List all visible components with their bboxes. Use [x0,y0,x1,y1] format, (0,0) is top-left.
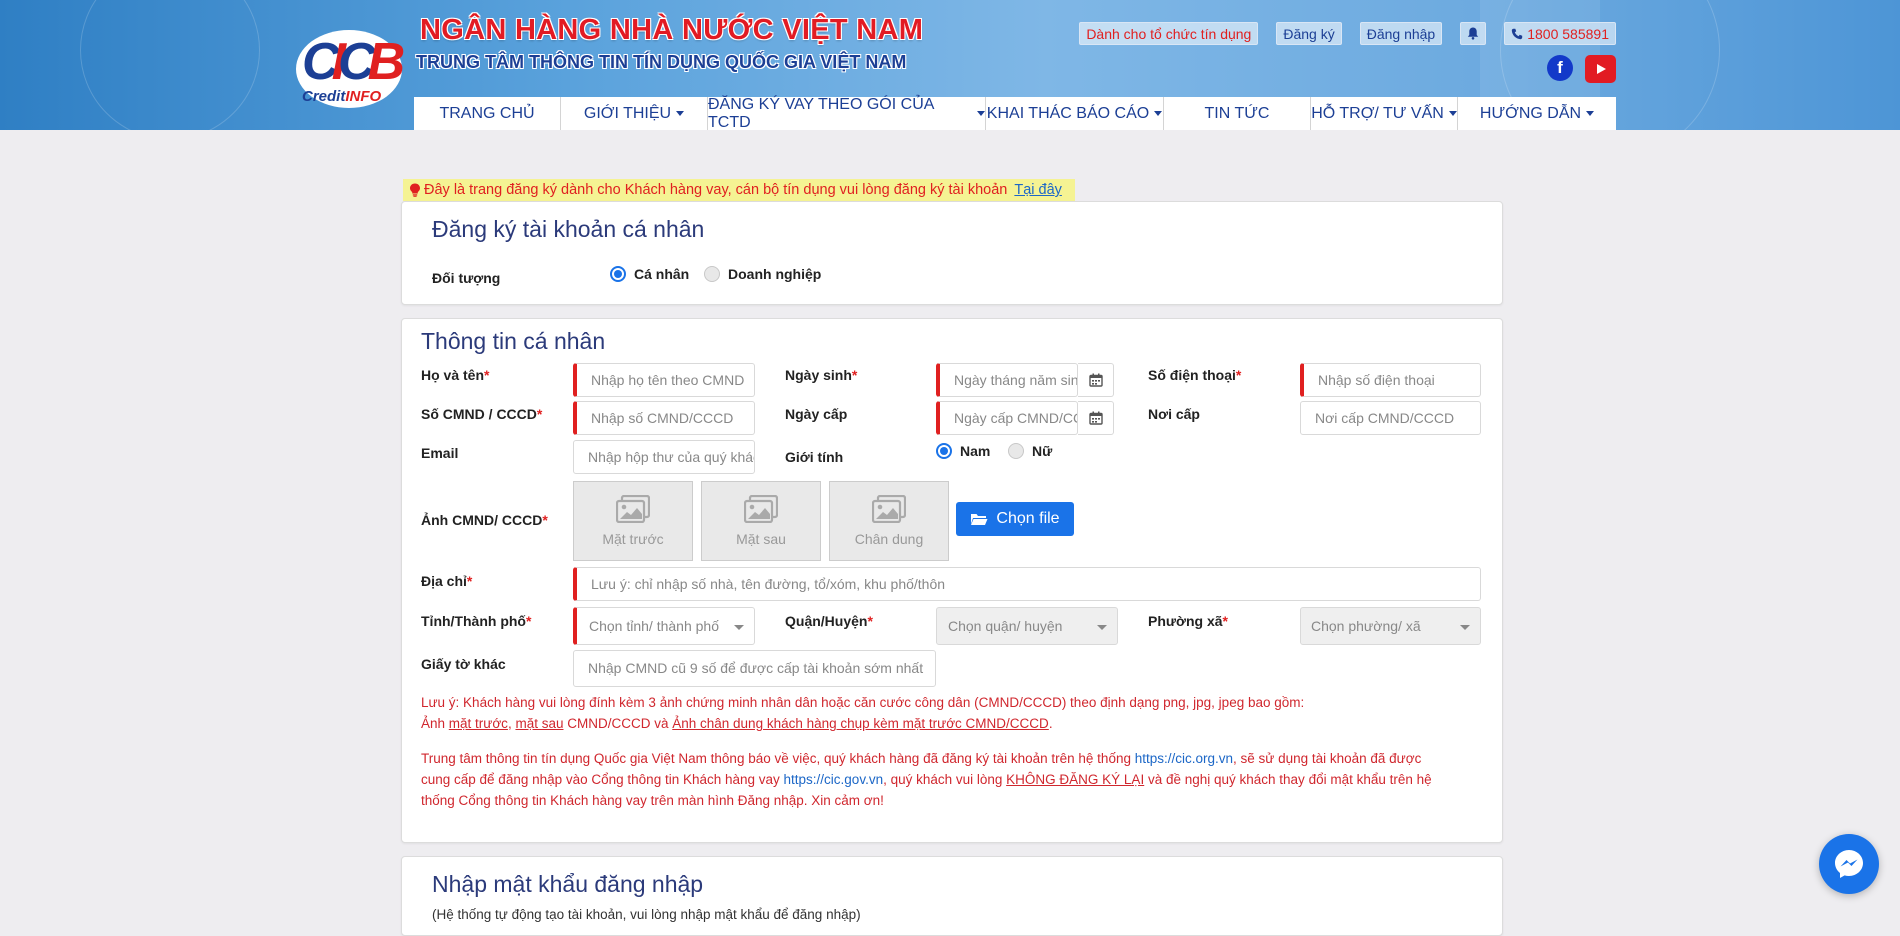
header-decoration [80,0,260,130]
radio-male[interactable]: Nam [936,443,990,459]
phone-label: Số điện thoại* [1148,367,1242,383]
district-label: Quận/Huyện* [785,613,873,629]
address-label: Địa chỉ* [421,573,473,589]
institutions-link[interactable]: Dành cho tổ chức tín dụng [1079,22,1259,45]
photo-back-box[interactable]: Mặt sau [701,481,821,561]
chevron-down-icon [1448,111,1457,116]
radio-dot [1008,443,1024,459]
account-type-card: Đăng ký tài khoản cá nhân Đối tượng Cá n… [401,201,1503,305]
id-photos-label: Ảnh CMND/ CCCD* [421,512,548,528]
cic-gov-link[interactable]: https://cic.gov.vn [784,772,884,787]
chevron-down-icon [1154,111,1163,116]
password-title: Nhập mật khẩu đăng nhập [432,871,704,897]
province-label: Tỉnh/Thành phố* [421,613,532,629]
cic-org-link[interactable]: https://cic.org.vn [1135,751,1233,766]
radio-dot [936,443,952,459]
calendar-icon[interactable] [1078,401,1114,435]
notice-here-link[interactable]: Tại đây [1014,179,1062,201]
login-link[interactable]: Đăng nhập [1359,22,1443,45]
ward-select[interactable]: Chọn phường/ xã [1300,607,1481,645]
choose-file-button[interactable]: Chọn file [956,502,1074,536]
address-input[interactable]: Lưu ý: chỉ nhập số nhà, tên đường, tổ/xó… [573,567,1481,601]
cic-logo[interactable]: CICB CreditINFO [296,30,405,108]
gender-label: Giới tính [785,449,844,465]
issue-date-input[interactable]: Ngày cấp CMND/CCCD [936,401,1078,435]
radio-dot [704,266,720,282]
radio-business[interactable]: Doanh nghiệp [704,266,821,282]
top-links: Dành cho tổ chức tín dụng Đăng ký Đăng n… [1079,22,1616,45]
main-nav: TRANG CHỦ GIỚI THIỆU ĐĂNG KÝ VAY THEO GÓ… [414,96,1616,130]
nav-reports[interactable]: KHAI THÁC BÁO CÁO [986,97,1164,130]
chevron-down-icon [977,111,985,116]
image-icon [616,495,650,523]
site-header: CICB CreditINFO NGÂN HÀNG NHÀ NƯỚC VIỆT … [0,0,1900,130]
id-number-label: Số CMND / CCCD* [421,406,543,422]
province-select[interactable]: Chọn tỉnh/ thành phố [573,607,755,645]
chevron-down-icon [676,111,685,116]
image-icon [744,495,778,523]
chevron-down-icon [1586,111,1595,116]
nav-about[interactable]: GIỚI THIỆU [561,97,708,130]
image-icon [872,495,906,523]
personal-info-title: Thông tin cá nhân [421,328,606,354]
issue-place-input[interactable]: Nơi cấp CMND/CCCD [1300,401,1481,435]
other-docs-input[interactable]: Nhập CMND cũ 9 số để được cấp tài khoản … [573,650,936,687]
other-docs-label: Giấy tờ khác [421,656,506,672]
calendar-icon[interactable] [1078,363,1114,397]
logo-letters: CICB [302,33,405,91]
logo-subtext: CreditINFO [302,88,382,105]
nav-home[interactable]: TRANG CHỦ [414,97,561,130]
id-number-input[interactable]: Nhập số CMND/CCCD [573,401,755,435]
nav-news[interactable]: TIN TỨC [1164,97,1311,130]
nav-loan-packages[interactable]: ĐĂNG KÝ VAY THEO GÓI CỦA TCTD [708,96,986,130]
notification-bell-icon[interactable] [1460,22,1487,45]
issue-date-label: Ngày cấp [785,406,848,422]
radio-individual[interactable]: Cá nhân [610,266,689,282]
bank-subtitle: TRUNG TÂM THÔNG TIN TÍN DỤNG QUỐC GIA VI… [416,52,907,72]
notice-text: Đây là trang đăng ký dành cho Khách hàng… [424,182,1008,198]
bank-title: NGÂN HÀNG NHÀ NƯỚC VIỆT NAM [420,14,924,46]
dob-input[interactable]: Ngày tháng năm sinh [936,363,1078,397]
radio-dot [610,266,626,282]
password-subtitle: (Hệ thống tự động tạo tài khoản, vui lòn… [432,907,861,922]
nav-support[interactable]: HỖ TRỢ/ TƯ VẤN [1311,97,1458,130]
social-links: f [1547,55,1616,83]
account-type-title: Đăng ký tài khoản cá nhân [432,216,705,242]
facebook-icon[interactable]: f [1547,55,1573,81]
dob-label: Ngày sinh* [785,367,858,383]
attachment-note: Lưu ý: Khách hàng vui lòng đính kèm 3 ản… [421,695,1305,731]
messenger-chat-icon[interactable] [1819,834,1879,894]
youtube-icon[interactable] [1585,55,1616,83]
email-label: Email [421,445,459,461]
photo-portrait-box[interactable]: Chân dung [829,481,949,561]
district-select[interactable]: Chọn quận/ huyện [936,607,1118,645]
folder-open-icon [971,514,988,525]
photo-front-box[interactable]: Mặt trước [573,481,693,561]
hotline-link[interactable]: 1800 585891 [1504,22,1616,45]
radio-female[interactable]: Nữ [1008,443,1052,459]
register-link[interactable]: Đăng ký [1276,22,1342,45]
ward-label: Phường xã* [1148,613,1228,629]
lightbulb-icon [410,183,420,197]
full-name-input[interactable]: Nhập họ tên theo CMND [573,363,755,397]
phone-input[interactable]: Nhập số điện thoại [1300,363,1481,397]
phone-icon [1512,28,1523,39]
nav-guide[interactable]: HƯỚNG DẪN [1458,97,1616,130]
email-input[interactable]: Nhập hộp thư của quý khách [573,440,755,474]
password-card: Nhập mật khẩu đăng nhập (Hệ thống tự độn… [401,856,1503,936]
lender-notice: Đây là trang đăng ký dành cho Khách hàng… [403,179,1075,201]
migration-note: Trung tâm thông tin tín dụng Quốc gia Vi… [421,751,1432,808]
full-name-label: Họ và tên* [421,367,490,383]
issue-place-label: Nơi cấp [1148,406,1200,422]
account-type-label: Đối tượng [432,270,501,286]
